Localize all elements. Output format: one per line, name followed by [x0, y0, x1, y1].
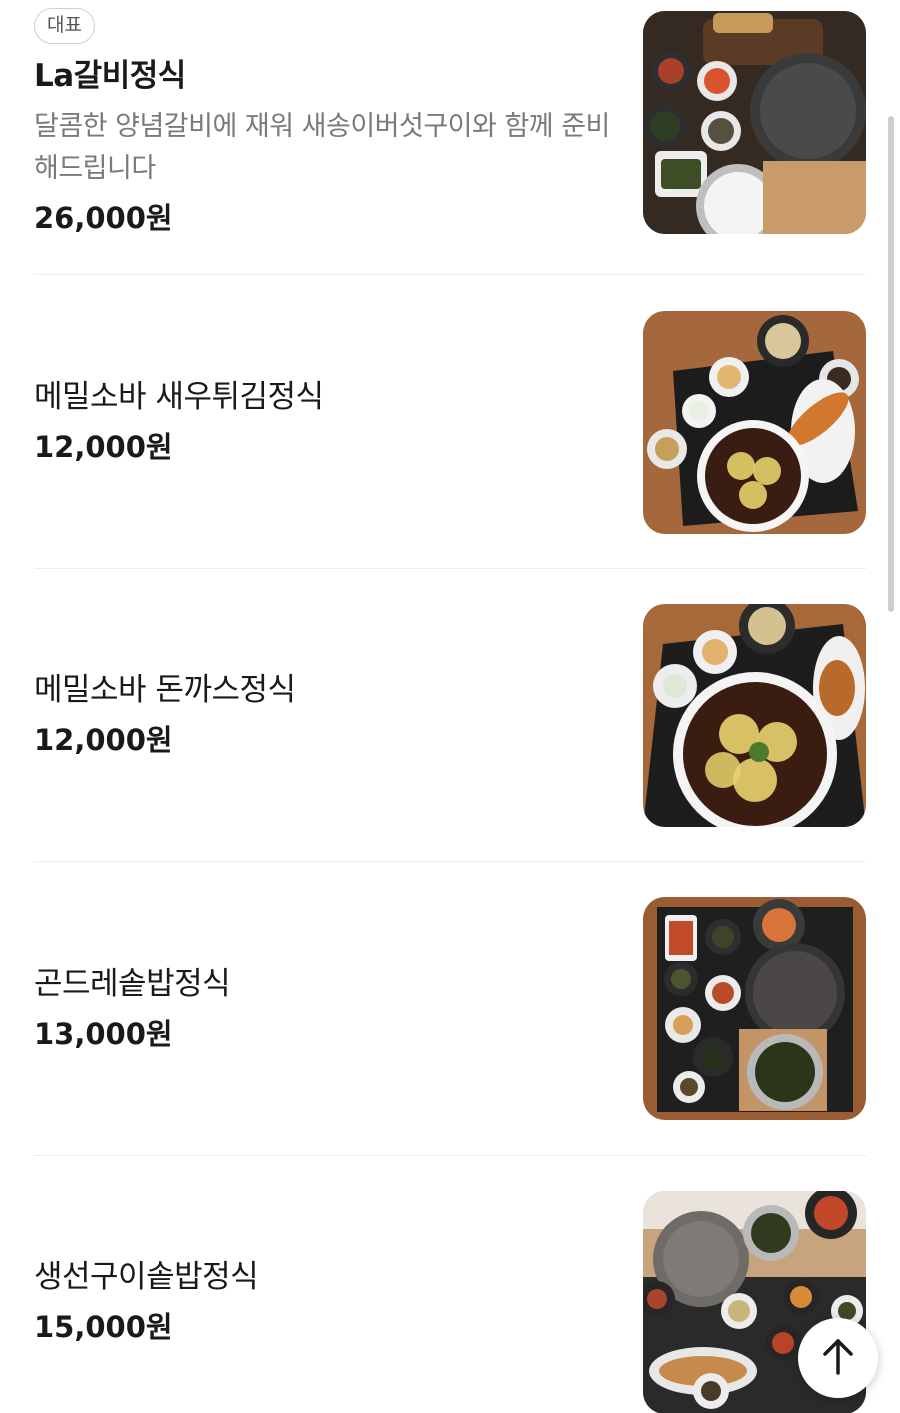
scroll-to-top-button[interactable]: [798, 1318, 878, 1398]
menu-item-text: 메밀소바 새우튀김정식 12,000원: [34, 377, 614, 467]
menu-price: 15,000원: [34, 1310, 173, 1344]
menu-item[interactable]: 대표 La갈비정식 달콤한 양념갈비에 재워 새송이버섯구이와 함께 준비해드립…: [34, 8, 866, 238]
menu-price: 12,000원: [34, 430, 173, 464]
divider: [34, 861, 866, 862]
menu-item-text: 메밀소바 돈까스정식 12,000원: [34, 670, 614, 760]
menu-price: 12,000원: [34, 723, 173, 757]
menu-item-text: 곤드레솥밥정식 13,000원: [34, 964, 614, 1054]
menu-item[interactable]: 메밀소바 돈까스정식 12,000원: [34, 604, 866, 827]
menu-name: 메밀소바 돈까스정식: [34, 672, 296, 708]
menu-price: 13,000원: [34, 1017, 173, 1051]
divider: [34, 274, 866, 275]
divider: [34, 1155, 866, 1156]
menu-photo[interactable]: [643, 311, 866, 534]
menu-photo[interactable]: [643, 11, 866, 234]
arrow-up-icon: [821, 1337, 855, 1379]
menu-photo[interactable]: [643, 897, 866, 1120]
menu-name: 생선구이솥밥정식: [34, 1259, 259, 1295]
menu-name: La갈비정식: [34, 58, 186, 94]
menu-item-text: 대표 La갈비정식 달콤한 양념갈비에 재워 새송이버섯구이와 함께 준비해드립…: [34, 8, 614, 238]
menu-name: 메밀소바 새우튀김정식: [34, 379, 324, 415]
menu-item[interactable]: 메밀소바 새우튀김정식 12,000원: [34, 311, 866, 534]
menu-item-text: 생선구이솥밥정식 15,000원: [34, 1257, 614, 1347]
menu-item[interactable]: 곤드레솥밥정식 13,000원: [34, 897, 866, 1120]
menu-price: 26,000원: [34, 201, 173, 235]
menu-list-page: 대표 La갈비정식 달콤한 양념갈비에 재워 새송이버섯구이와 함께 준비해드립…: [0, 0, 900, 1413]
divider: [34, 568, 866, 569]
menu-name: 곤드레솥밥정식: [34, 966, 231, 1002]
menu-photo[interactable]: [643, 604, 866, 827]
menu-description: 달콤한 양념갈비에 재워 새송이버섯구이와 함께 준비해드립니다: [34, 111, 610, 184]
signature-badge: 대표: [34, 8, 95, 44]
scrollbar[interactable]: [888, 116, 894, 612]
menu-item[interactable]: 생선구이솥밥정식 15,000원: [34, 1191, 866, 1413]
